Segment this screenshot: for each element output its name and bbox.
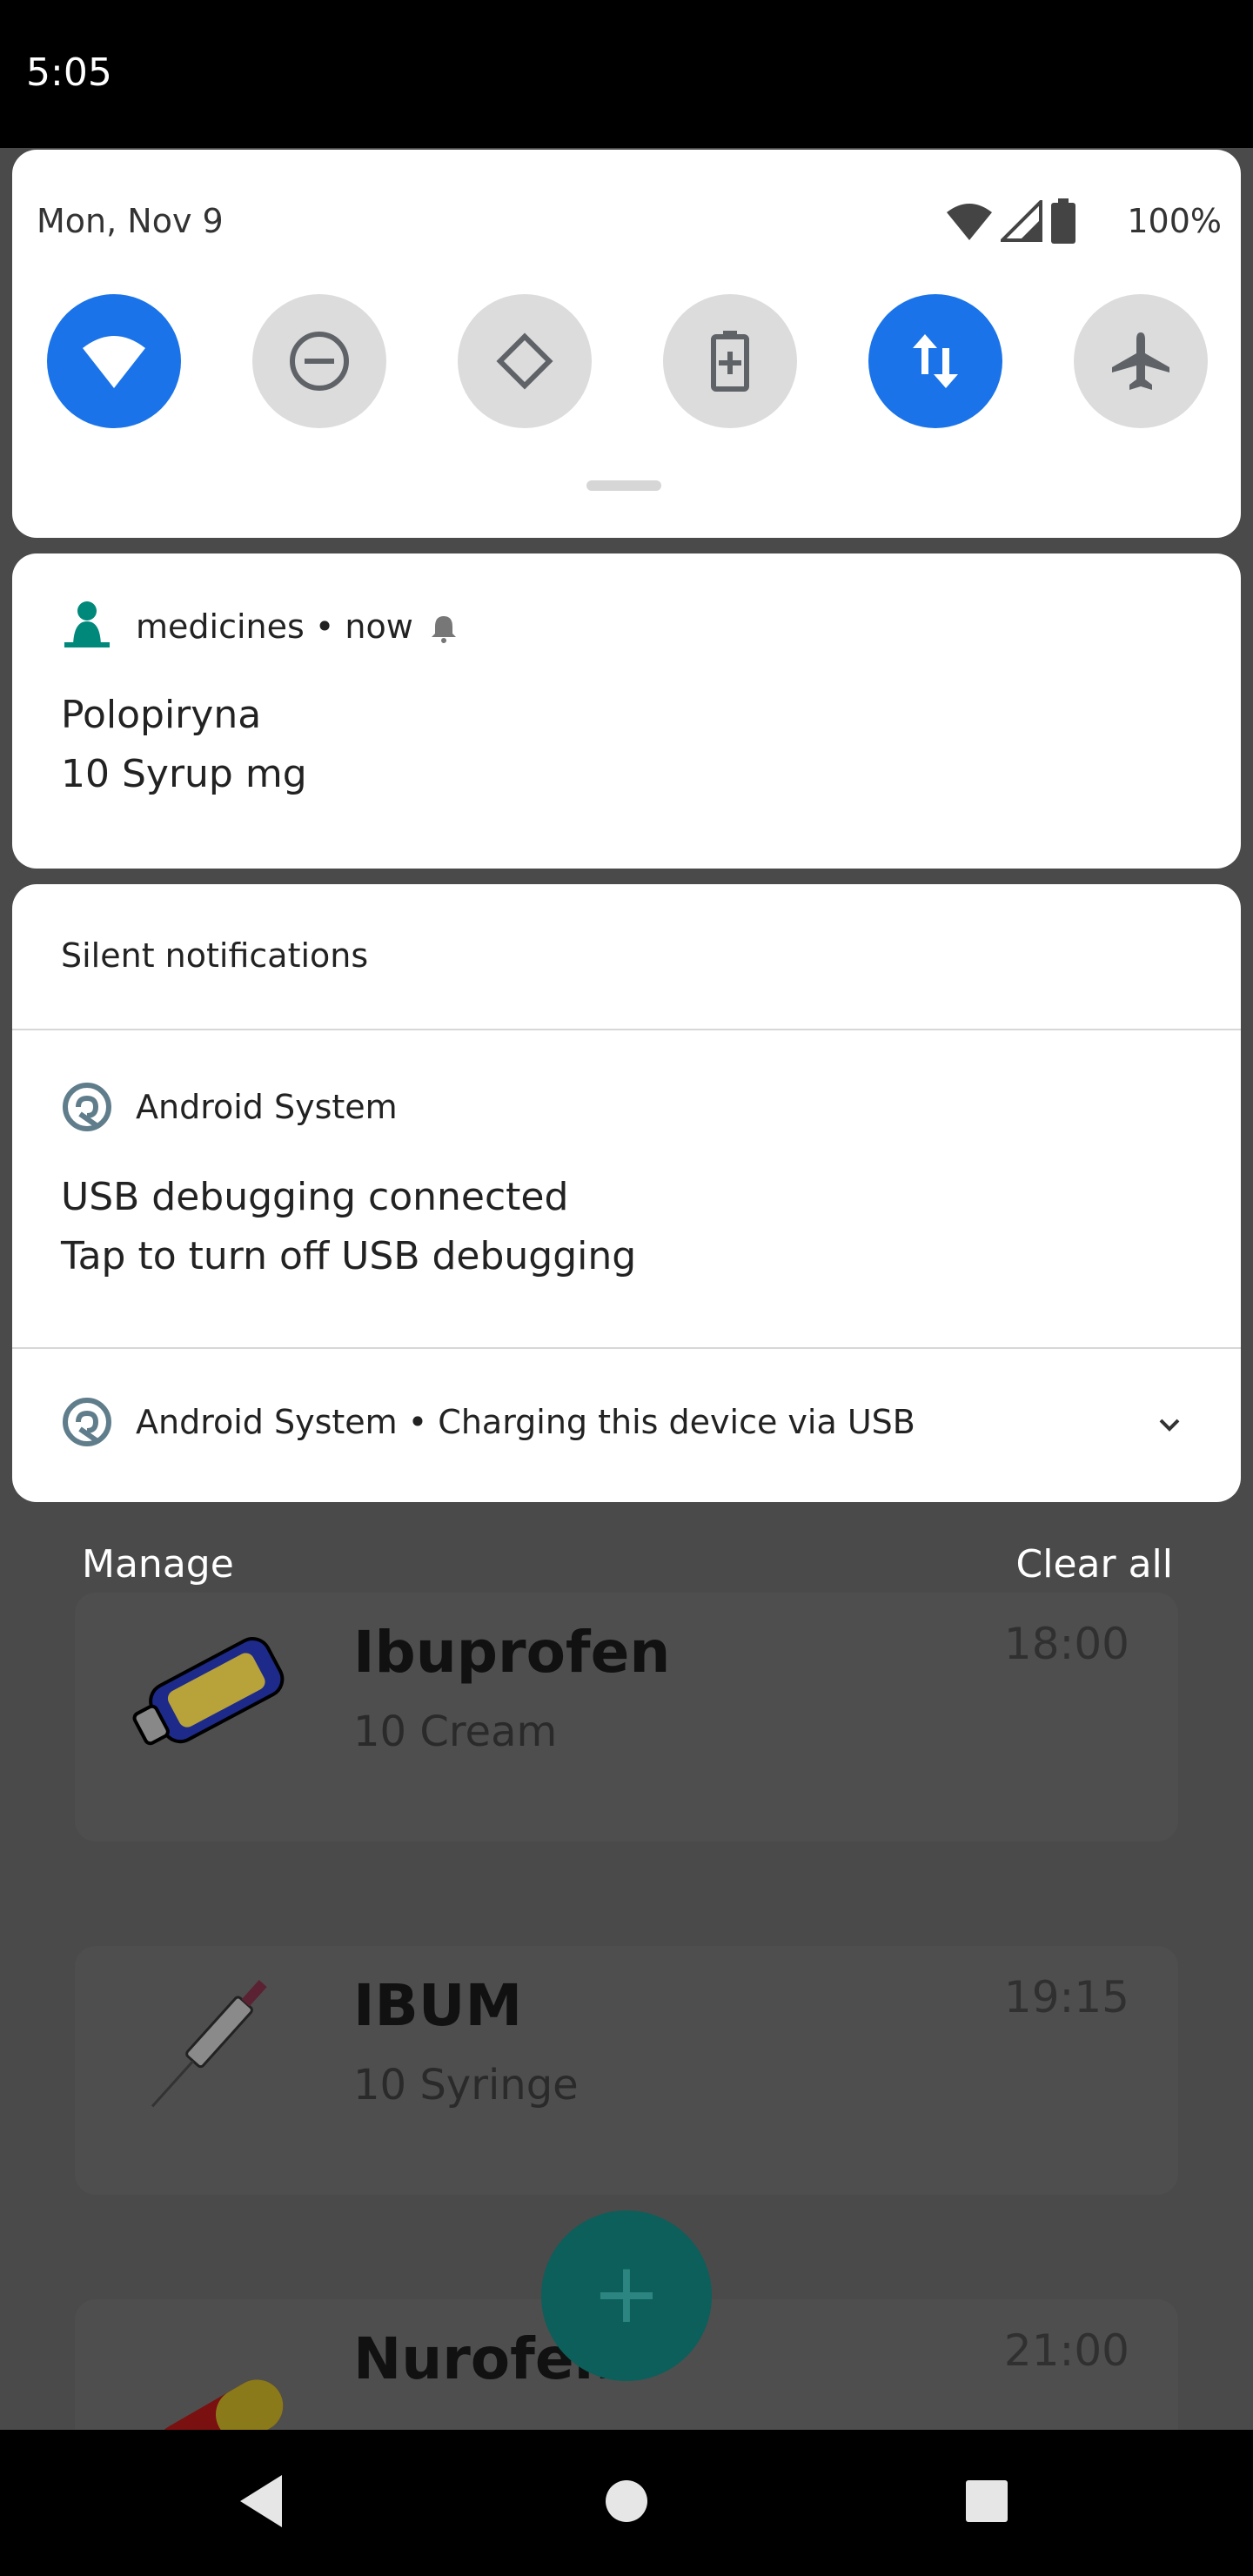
notification-usb-charging[interactable]: Android System • Charging this device vi… — [12, 1349, 1241, 1502]
separator-dot: • — [407, 1403, 439, 1441]
medicine-time: 18:00 — [1003, 1619, 1129, 1669]
separator-dot: • — [314, 607, 345, 646]
silent-header: Silent notifications — [61, 936, 369, 975]
airplane-mode-tile[interactable] — [1074, 294, 1208, 428]
list-item[interactable]: IBUM 10 Syringe 19:15 — [75, 1946, 1178, 2195]
battery-icon — [1051, 198, 1075, 244]
android-system-icon — [63, 1398, 111, 1446]
notification-summary: Charging this device via USB — [438, 1403, 915, 1441]
medicine-dose: 10 Cream — [353, 1707, 558, 1756]
quick-settings-panel: Mon, Nov 9 100% — [12, 150, 1241, 538]
qs-date: Mon, Nov 9 — [37, 202, 224, 240]
drag-handle[interactable] — [586, 480, 661, 491]
do-not-disturb-icon — [290, 332, 349, 391]
navigation-bar — [0, 2430, 1253, 2576]
back-icon[interactable] — [237, 2473, 285, 2529]
mobile-data-tile[interactable] — [868, 294, 1002, 428]
medicine-name: Ibuprofen — [353, 1619, 671, 1686]
add-medicine-button[interactable]: + — [541, 2210, 712, 2381]
android-system-icon — [63, 1083, 111, 1131]
notification-text: Tap to turn off USB debugging — [61, 1234, 637, 1278]
battery-saver-tile[interactable] — [663, 294, 797, 428]
clear-all-button[interactable]: Clear all — [1016, 1542, 1173, 1587]
notification-title: USB debugging connected — [61, 1175, 569, 1219]
wifi-signal-icon — [947, 204, 992, 240]
silent-notifications-group: Silent notifications Android System USB … — [12, 884, 1241, 1502]
wifi-icon — [83, 336, 145, 388]
cream-tube-icon — [132, 1637, 285, 1746]
wifi-tile[interactable] — [47, 294, 181, 428]
cell-signal-icon — [1001, 200, 1042, 242]
app-name: Android System — [136, 1403, 398, 1441]
app-name: Android System — [136, 1088, 398, 1126]
status-bar: 5:05 — [0, 0, 1253, 148]
manage-button[interactable]: Manage — [82, 1542, 234, 1587]
mobile-data-icon — [913, 334, 958, 388]
notification-header: Android System • Charging this device vi… — [136, 1403, 915, 1441]
medicine-time: 21:00 — [1003, 2325, 1129, 2376]
battery-saver-icon — [711, 331, 749, 392]
chevron-down-icon[interactable] — [1154, 1410, 1185, 1441]
notification-time: now — [345, 607, 413, 646]
recents-icon[interactable] — [964, 2479, 1009, 2524]
notification-medicines[interactable]: medicines • now Polopiryna 10 Syrup mg — [12, 553, 1241, 869]
medicine-time: 19:15 — [1003, 1972, 1129, 2023]
medicine-name: IBUM — [353, 1972, 523, 2039]
alarm-bell-icon — [432, 616, 456, 643]
notification-header: medicines • now — [136, 607, 413, 646]
status-time: 5:05 — [26, 50, 112, 95]
syringe-icon — [151, 1980, 267, 2108]
pill-icon — [155, 2379, 284, 2430]
notification-text: 10 Syrup mg — [61, 752, 307, 796]
notification-title: Polopiryna — [61, 693, 262, 737]
medicine-dose: 10 Syringe — [353, 2061, 579, 2110]
status-icons — [945, 198, 1075, 244]
do-not-disturb-tile[interactable] — [252, 294, 386, 428]
medicines-app-icon — [64, 601, 110, 647]
app-name: medicines — [136, 607, 305, 646]
auto-rotate-tile[interactable] — [458, 294, 592, 428]
home-icon[interactable] — [604, 2479, 649, 2524]
auto-rotate-icon — [496, 332, 553, 390]
list-item[interactable]: Ibuprofen 10 Cream 18:00 — [75, 1593, 1178, 1841]
battery-percentage: 100% — [1127, 202, 1222, 240]
notification-usb-debugging[interactable]: Android System USB debugging connected T… — [12, 1030, 1241, 1347]
airplane-icon — [1112, 332, 1169, 390]
